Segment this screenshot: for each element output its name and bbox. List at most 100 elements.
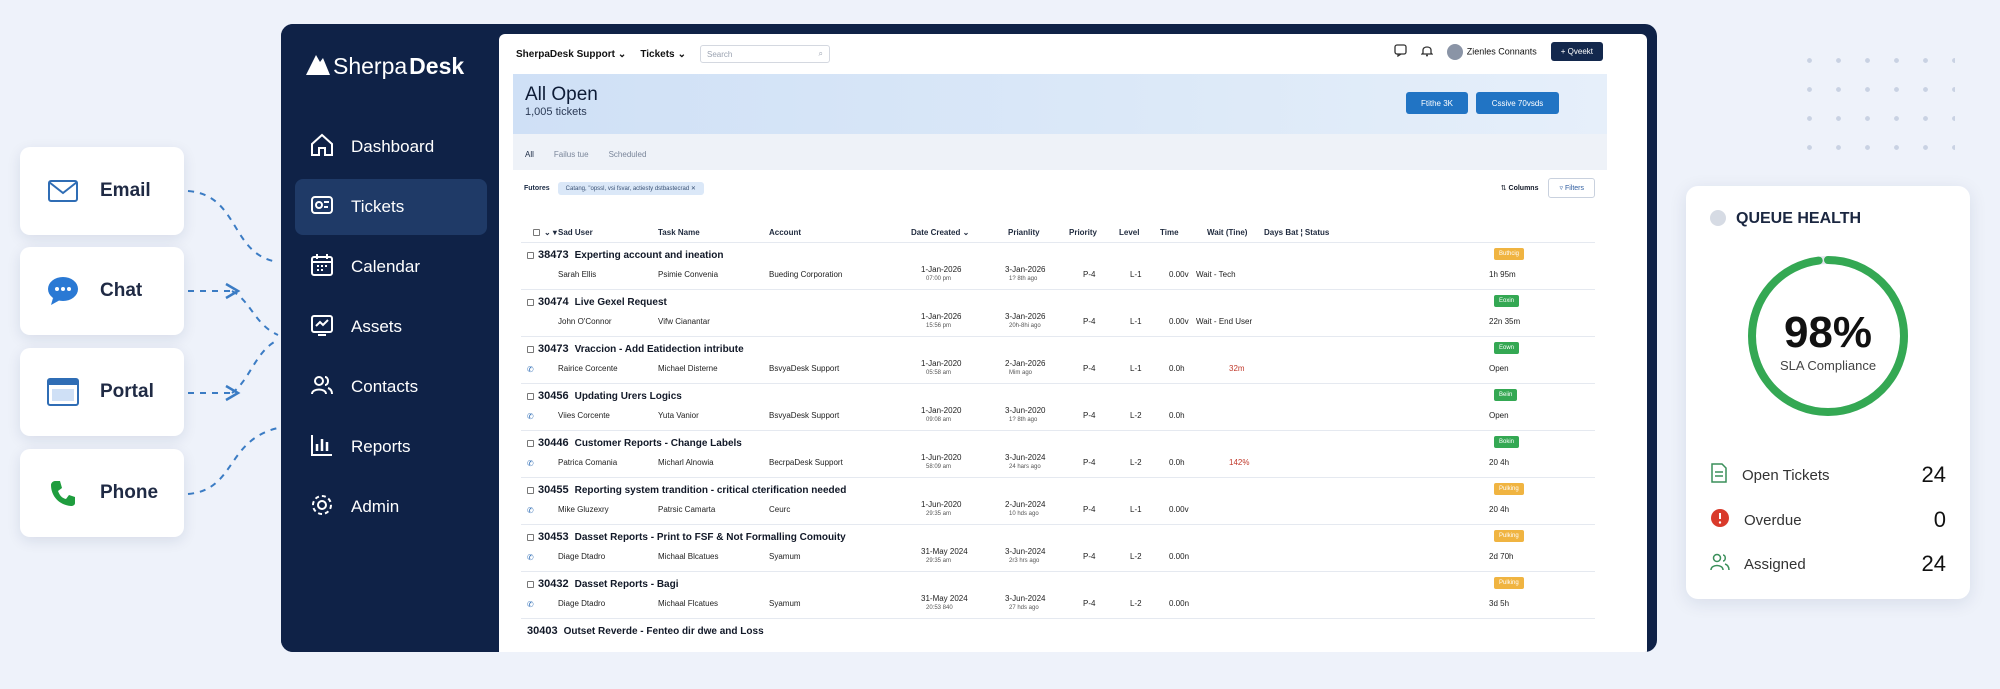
user-menu[interactable]: Zienles Connants xyxy=(1446,43,1537,60)
metric-assigned: Assigned 24 xyxy=(1710,549,1946,579)
table-row[interactable]: 30474 Live Gexel Request John O'Connor Vifw… xyxy=(521,289,1595,336)
tab-scheduled[interactable]: Scheduled xyxy=(609,150,647,159)
row-checkbox[interactable] xyxy=(527,392,534,400)
ticket-title[interactable]: 38473 Experting account and ineation xyxy=(527,249,724,261)
browser-window-icon xyxy=(46,375,80,409)
date-created: 31-May 2024 xyxy=(921,594,968,603)
sherpadesk-logo: Sherpa Desk xyxy=(305,50,464,82)
row-checkbox[interactable] xyxy=(527,439,534,447)
ticket-title[interactable]: 30473 Vraccion - Add Eatidection intribut… xyxy=(527,343,744,355)
sidebar-item-tickets[interactable]: Tickets xyxy=(295,179,487,235)
task-name: Yuta Vanior xyxy=(658,411,699,420)
col-header[interactable]: Time xyxy=(1160,228,1179,237)
requester-name: Rairice Corcente xyxy=(558,364,618,373)
status-duration: 20 4h xyxy=(1489,458,1510,467)
ticket-id: 30456 xyxy=(538,390,569,402)
col-header[interactable]: Account xyxy=(769,228,801,237)
sidebar-item-reports[interactable]: Reports xyxy=(295,419,487,475)
phone-channel-icon: ✆ xyxy=(527,459,534,468)
sidebar: Sherpa Desk Dashboard Tickets Calendar As… xyxy=(281,24,499,652)
col-header[interactable]: Days Bat ¦ Status xyxy=(1264,228,1329,237)
filters-label: Filters xyxy=(1564,185,1584,192)
table-row[interactable]: 30455 Reporting system trandition - criti… xyxy=(521,477,1595,524)
messages-icon[interactable] xyxy=(1394,44,1407,59)
search-icon: ⌕ xyxy=(818,49,823,58)
tickets-menu-label: Tickets xyxy=(640,48,675,60)
table-row-partial[interactable]: 30403 Outset Reverde - Fenteo dir dwe and… xyxy=(521,618,1595,652)
filters-button[interactable]: ▿ Filters xyxy=(1548,178,1595,198)
ticket-title[interactable]: 30474 Live Gexel Request xyxy=(527,296,667,308)
ticket-title[interactable]: 30446 Customer Reports - Change Labels xyxy=(527,437,742,449)
table-row[interactable]: 30432 Dasset Reports - Bagi ✆ Diage Dtadro M… xyxy=(521,571,1595,618)
table-row[interactable]: 30473 Vraccion - Add Eatidection intribut… xyxy=(521,336,1595,383)
search-placeholder: Search xyxy=(707,49,733,59)
decorative-dot-grid xyxy=(1795,46,1955,156)
time-logged: 0.00v xyxy=(1169,270,1189,279)
col-header[interactable]: Sad User xyxy=(558,228,593,237)
table-row[interactable]: 30456 Updating Urers Logics ✆ Viies Corcent… xyxy=(521,383,1595,430)
table-row[interactable]: 30446 Customer Reports - Change Labels ✆ Pa… xyxy=(521,430,1595,477)
org-name: SherpaDesk Support xyxy=(516,48,615,60)
org-dropdown[interactable]: SherpaDesk Support ⌄ xyxy=(516,49,626,60)
header-action-button-1[interactable]: Ftithe 3K xyxy=(1406,92,1468,114)
row-checkbox[interactable] xyxy=(527,251,534,259)
ticket-title[interactable]: 30456 Updating Urers Logics xyxy=(527,390,682,402)
priority: P-4 xyxy=(1083,270,1096,279)
channel-label-chat: Chat xyxy=(100,280,143,301)
tickets-dropdown[interactable]: Tickets ⌄ xyxy=(640,49,686,60)
sidebar-item-calendar[interactable]: Calendar xyxy=(295,239,487,295)
alert-icon xyxy=(1710,508,1730,533)
select-all-checkbox[interactable]: ⌄ ▾ xyxy=(533,228,557,237)
tab-failus[interactable]: Failus tue xyxy=(554,150,589,159)
ticket-title[interactable]: 30432 Dasset Reports - Bagi xyxy=(527,578,679,590)
col-header[interactable]: Date Created ⌄ xyxy=(911,228,969,237)
search-input[interactable]: Search ⌕ xyxy=(700,45,830,63)
phone-channel-icon: ✆ xyxy=(527,506,534,515)
new-ticket-button[interactable]: + Qveekt xyxy=(1550,42,1603,61)
table-row[interactable]: 30453 Dasset Reports - Print to FSF & Not… xyxy=(521,524,1595,571)
header-action-button-2[interactable]: Cssive 70vsds xyxy=(1476,92,1559,114)
task-name: Michaal Flcatues xyxy=(658,599,719,608)
row-checkbox[interactable] xyxy=(527,298,534,306)
task-name: Psimie Convenia xyxy=(658,270,719,279)
queue-health-title: QUEUE HEALTH xyxy=(1736,210,1862,227)
users-icon xyxy=(1710,553,1730,576)
ticket-title[interactable]: 30455 Reporting system trandition - criti… xyxy=(527,484,846,496)
ticket-title[interactable]: 30453 Dasset Reports - Print to FSF & Not… xyxy=(527,531,846,543)
sidebar-item-admin[interactable]: Admin xyxy=(295,479,487,535)
col-header[interactable]: Level xyxy=(1119,228,1139,237)
channel-card-chat: Chat xyxy=(20,247,184,335)
wait-status: Wait - Tech xyxy=(1196,270,1236,279)
col-header[interactable]: Wait (Tine) xyxy=(1207,228,1247,237)
sidebar-item-label: Calendar xyxy=(351,257,420,276)
date-created-time: 29:35 am xyxy=(926,511,952,517)
account-name: Ceurc xyxy=(769,505,791,514)
level: L-1 xyxy=(1130,505,1142,514)
top-bar: SherpaDesk Support ⌄ Tickets ⌄ Search ⌕ Zie… xyxy=(499,34,1647,74)
status-badge: Pulking xyxy=(1494,577,1524,589)
col-header[interactable]: Prianlity xyxy=(1008,228,1040,237)
priority: P-4 xyxy=(1083,599,1096,608)
date-created-time: 20:53 840 xyxy=(926,605,953,611)
col-header[interactable]: Task Name xyxy=(658,228,700,237)
tab-all[interactable]: All xyxy=(525,150,534,159)
row-checkbox[interactable] xyxy=(527,580,534,588)
close-icon[interactable]: ✕ xyxy=(691,186,696,192)
sla-percent: 98% xyxy=(1783,308,1873,357)
table-row[interactable]: 38473 Experting account and ineation Sarah… xyxy=(521,242,1595,289)
phone-channel-icon: ✆ xyxy=(527,600,534,609)
account-name: Syamum xyxy=(769,552,801,561)
sidebar-item-assets[interactable]: Assets xyxy=(295,299,487,355)
sidebar-item-dashboard[interactable]: Dashboard xyxy=(295,119,487,175)
view-tabs: All Failus tue Scheduled xyxy=(525,150,646,159)
row-checkbox[interactable] xyxy=(527,533,534,541)
row-checkbox[interactable] xyxy=(527,345,534,353)
col-header[interactable]: Priority xyxy=(1069,228,1097,237)
status-duration: 2d 70h xyxy=(1489,552,1514,561)
filter-chip[interactable]: Catang, "opssl, vsi fsvar, actiesty dstb… xyxy=(557,182,704,195)
columns-button[interactable]: ⇅ Columns xyxy=(1501,184,1539,192)
ticket-title[interactable]: 30403 Outset Reverde - Fenteo dir dwe and… xyxy=(527,625,764,637)
sidebar-item-contacts[interactable]: Contacts xyxy=(295,359,487,415)
bell-icon[interactable] xyxy=(1420,44,1434,59)
row-checkbox[interactable] xyxy=(527,486,534,494)
